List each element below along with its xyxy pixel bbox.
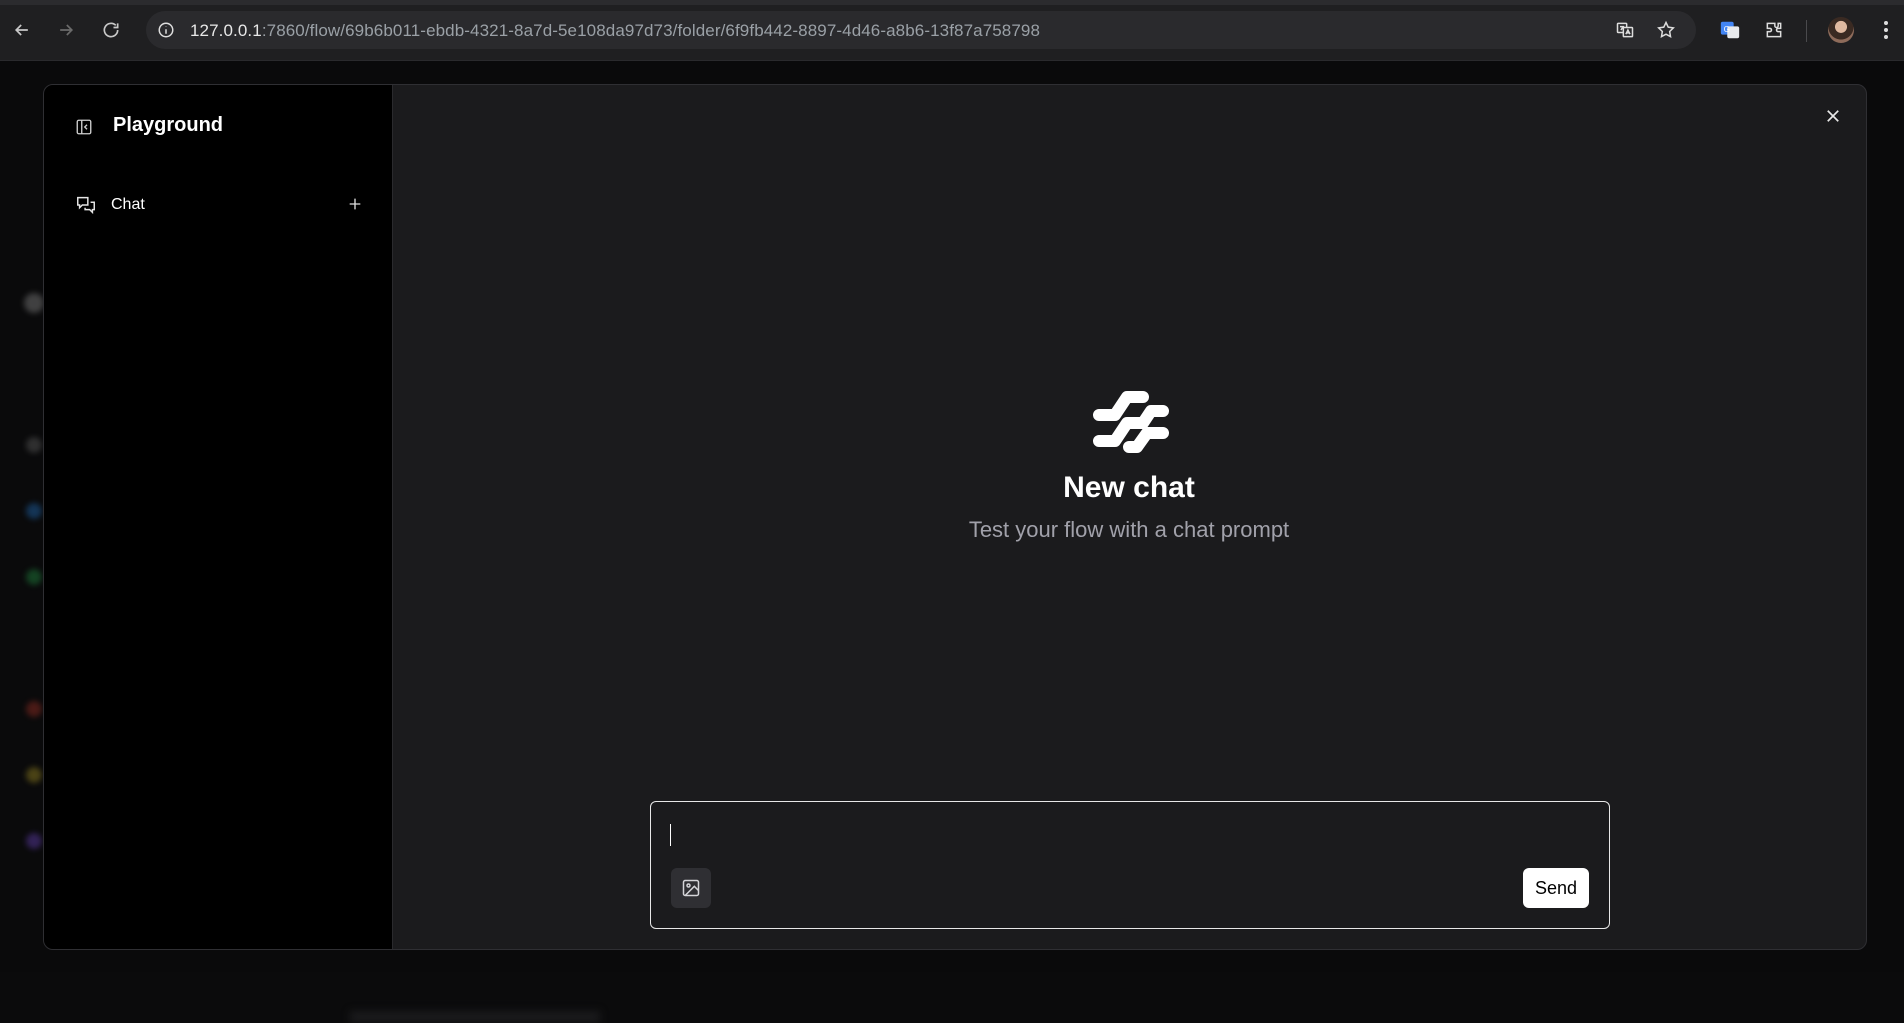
bookmark-star-icon[interactable]: [1654, 18, 1678, 42]
langflow-logo-icon: [1089, 385, 1169, 457]
ghost-avatar: [24, 293, 44, 313]
google-translate-extension-icon[interactable]: G: [1716, 16, 1744, 44]
sidebar: Playground Chat: [44, 85, 393, 949]
empty-state-title: New chat: [1063, 471, 1195, 504]
ghost-node-icon: [26, 503, 42, 519]
svg-text:G: G: [1724, 25, 1730, 34]
ghost-footer: [350, 1011, 600, 1023]
site-info-icon[interactable]: [154, 18, 178, 42]
reload-icon[interactable]: [97, 16, 125, 44]
chat-input[interactable]: [669, 818, 1573, 852]
ghost-node-icon: [26, 569, 42, 585]
empty-state: New chat Test your flow with a chat prom…: [392, 385, 1866, 543]
messages-icon: [75, 194, 97, 216]
sidebar-item-label: Chat: [111, 196, 145, 213]
ghost-node-icon: [26, 437, 42, 453]
ghost-node-icon: [26, 833, 42, 849]
browser-menu-icon[interactable]: [1872, 16, 1900, 44]
translate-icon[interactable]: [1613, 18, 1637, 42]
address-bar[interactable]: 127.0.0.1:7860/flow/69b6b011-ebdb-4321-8…: [146, 11, 1696, 49]
ghost-node-icon: [26, 701, 42, 717]
url-path: :7860/flow/69b6b011-ebdb-4321-8a7d-5e108…: [261, 21, 1041, 40]
sidebar-title: Playground: [113, 114, 224, 136]
url-text[interactable]: 127.0.0.1:7860/flow/69b6b011-ebdb-4321-8…: [190, 21, 1040, 41]
empty-state-subtitle: Test your flow with a chat prompt: [968, 517, 1290, 542]
browser-toolbar: 127.0.0.1:7860/flow/69b6b011-ebdb-4321-8…: [0, 0, 1904, 61]
playground-modal: Playground Chat New chat Test your flow …: [43, 84, 1867, 950]
extensions-icon[interactable]: [1760, 16, 1788, 44]
url-host: 127.0.0.1: [190, 21, 262, 40]
back-icon[interactable]: [8, 16, 36, 44]
chat-composer: Send: [650, 801, 1610, 929]
tab-strip-edge: [0, 0, 1904, 5]
forward-icon[interactable]: [52, 16, 80, 44]
collapse-sidebar-icon[interactable]: [73, 116, 95, 138]
sidebar-item-chat[interactable]: Chat: [75, 191, 366, 221]
image-icon: [682, 879, 700, 897]
send-button[interactable]: Send: [1523, 868, 1589, 908]
image-upload-button[interactable]: [671, 868, 711, 908]
profile-avatar[interactable]: [1828, 17, 1854, 43]
ghost-node-icon: [26, 767, 42, 783]
close-icon[interactable]: [1820, 103, 1846, 129]
new-chat-plus-icon[interactable]: [344, 193, 366, 215]
toolbar-divider: [1806, 20, 1807, 42]
